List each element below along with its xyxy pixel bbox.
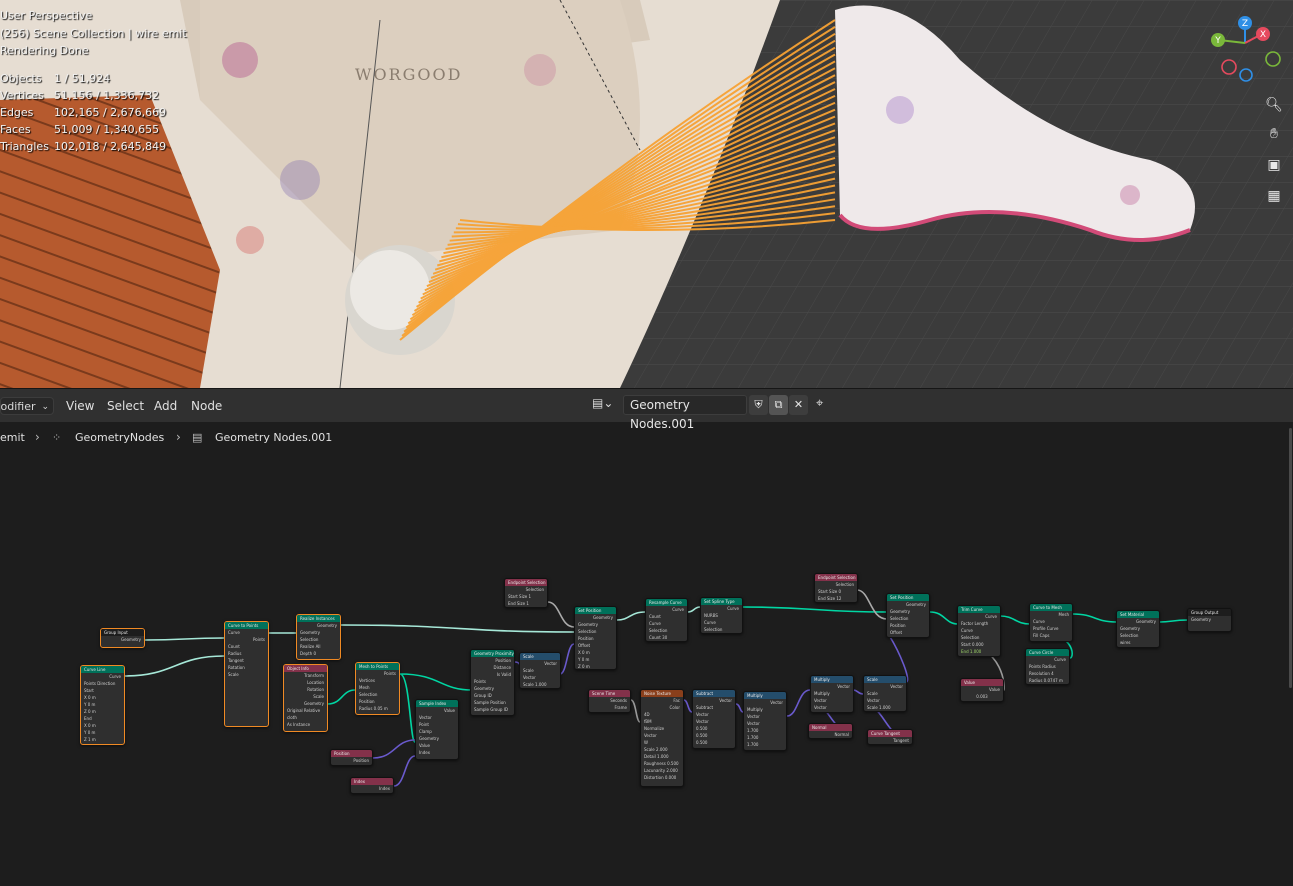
node-links (123, 589, 1189, 787)
node-resample-curve[interactable]: Resample Curve Curve Count Curve Selecti… (645, 598, 688, 642)
close-icon[interactable]: ✕ (789, 395, 808, 415)
node-multiply[interactable]: Multiply Vector Multiply Vector Vector 1… (743, 691, 787, 751)
node-value[interactable]: Value Value 0.003 (960, 678, 1004, 702)
menu-node[interactable]: Node (191, 399, 222, 413)
node-scene-time[interactable]: Scene Time Seconds Frame (588, 689, 631, 713)
node-set-spline-type[interactable]: Set Spline Type Curve NURBS Curve Select… (700, 597, 743, 634)
svg-text:X: X (1260, 30, 1266, 40)
node-group-input[interactable]: Group Input Geometry (100, 628, 145, 648)
node-set-position-2[interactable]: Set Position Geometry Geometry Selection… (886, 593, 930, 638)
svg-text:Y: Y (1214, 36, 1221, 46)
pin-icon[interactable]: ⌖ (816, 396, 823, 411)
3d-viewport[interactable]: WORGOOD User Perspective (256) Scene Col… (0, 0, 1293, 388)
node-canvas[interactable]: Group Input Geometry Curve Line Curve Po… (0, 422, 1293, 886)
node-normal[interactable]: Normal Normal (808, 723, 853, 739)
node-scale[interactable]: Scale Vector Scale Vector Scale 1.000 (519, 652, 561, 689)
node-tree-name-field[interactable]: Geometry Nodes.001 (623, 395, 747, 431)
node-endpoint-selection[interactable]: Endpoint Selection Selection Start Size … (504, 578, 548, 608)
camera-icon[interactable]: ▣ (1263, 154, 1285, 176)
duplicate-icon[interactable]: ⧉ (769, 395, 788, 415)
stat-vertices: Vertices 51,156 / 1,336,732 (0, 89, 160, 102)
node-curve-to-points[interactable]: Curve to Points Curve Points Count Radiu… (224, 621, 269, 727)
zoom-icon[interactable]: 🔍︎ (1263, 94, 1285, 116)
stat-objects: Objects 1 / 51,924 (0, 72, 111, 85)
collection-label: (256) Scene Collection | wire emit (0, 27, 187, 40)
editor-context-dropdown[interactable]: Modifier ⌄ (0, 397, 54, 415)
node-sample-index[interactable]: Sample Index Value Vector Point Clamp Ge… (415, 699, 459, 760)
node-scale-2[interactable]: Scale Vector Scale Vector Scale 1.000 (863, 675, 907, 712)
node-group-output[interactable]: Group Output Geometry (1187, 608, 1232, 632)
menu-add[interactable]: Add (154, 399, 177, 413)
render-status: Rendering Done (0, 44, 89, 57)
node-trim-curve[interactable]: Trim Curve Curve Factor Length Curve Sel… (957, 605, 1001, 657)
node-realize-instances[interactable]: Realize Instances Geometry Geometry Sele… (296, 614, 341, 660)
node-endpoint-selection-2[interactable]: Endpoint Selection Selection Start Size … (814, 573, 858, 603)
grid-view-icon[interactable]: ▦ (1263, 185, 1285, 207)
node-set-material[interactable]: Set Material Geometry Geometry Selection… (1116, 610, 1160, 648)
node-mesh-to-points[interactable]: Mesh to Points Points Vertices Mesh Sele… (355, 662, 400, 715)
node-object-info[interactable]: Object Info Transform Location Rotation … (283, 664, 328, 732)
menu-view[interactable]: View (66, 399, 94, 413)
node-curve-line[interactable]: Curve Line Curve Points Direction Start … (80, 665, 125, 745)
fake-user-shield-icon[interactable]: ⛨ (749, 395, 768, 415)
stat-faces: Faces 51,009 / 1,340,655 (0, 123, 160, 136)
navigation-gizmo[interactable]: Z X Y (1205, 10, 1285, 85)
node-multiply-2[interactable]: Multiply Vector Multiply Vector Vector (810, 675, 854, 713)
svg-text:Z: Z (1242, 19, 1248, 29)
stat-triangles: Triangles 102,018 / 2,645,849 (0, 140, 167, 153)
node-position[interactable]: Position Position (330, 749, 373, 766)
node-curve-tangent[interactable]: Curve Tangent Tangent (867, 729, 913, 745)
node-tree-browse-icon[interactable]: ▤⌄ (592, 396, 620, 414)
scene-render: WORGOOD (0, 0, 1293, 388)
menu-select[interactable]: Select (107, 399, 144, 413)
node-index[interactable]: Index Index (350, 777, 394, 794)
view-perspective-label: User Perspective (0, 9, 93, 22)
hand-pan-icon[interactable]: ✋︎ (1263, 123, 1285, 145)
chevron-down-icon: ⌄ (41, 402, 49, 412)
node-geometry-proximity[interactable]: Geometry Proximity Position Distance Is … (470, 649, 515, 716)
node-noise-texture[interactable]: Noise Texture Fac Color 4D fBM Normalize… (640, 689, 684, 787)
box-logo-text: WORGOOD (355, 65, 462, 84)
node-editor-scrollbar[interactable] (1289, 428, 1292, 688)
node-curve-circle[interactable]: Curve Circle Curve Points Radius Resolut… (1025, 648, 1070, 685)
node-subtract[interactable]: Subtract Vector Subtract Vector Vector 0… (692, 689, 736, 749)
node-curve-to-mesh[interactable]: Curve to Mesh Mesh Curve Profile Curve F… (1029, 603, 1073, 642)
node-set-position[interactable]: Set Position Geometry Geometry Selection… (574, 606, 617, 670)
stat-edges: Edges 102,165 / 2,676,669 (0, 106, 167, 119)
